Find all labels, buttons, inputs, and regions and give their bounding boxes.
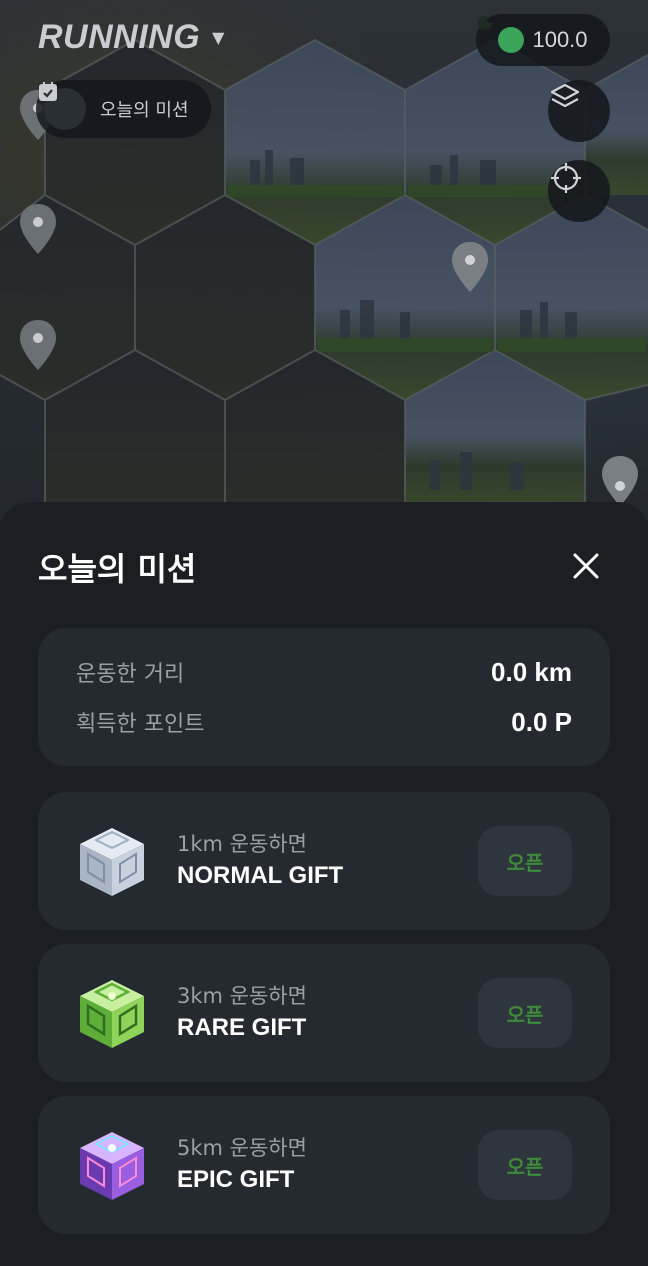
close-icon bbox=[573, 553, 599, 579]
stats-card: 운동한 거리 0.0 km 획득한 포인트 0.0 P bbox=[38, 628, 610, 766]
open-button[interactable]: 오픈 bbox=[478, 826, 572, 896]
layers-icon bbox=[550, 83, 580, 108]
stat-row-points: 획득한 포인트 0.0 P bbox=[76, 706, 572, 738]
checklist-icon bbox=[39, 82, 86, 130]
stat-row-distance: 운동한 거리 0.0 km bbox=[76, 656, 572, 688]
close-button[interactable] bbox=[562, 542, 610, 590]
gift-name: EPIC GIFT bbox=[177, 1166, 295, 1193]
stat-value: 0.0 km bbox=[491, 656, 572, 687]
gift-condition: 5km 운동하면 bbox=[177, 1136, 307, 1160]
points-balance[interactable]: 100.0 bbox=[476, 14, 610, 66]
locate-icon bbox=[551, 163, 581, 193]
gift-box-icon bbox=[80, 980, 144, 1048]
map-pin-icon[interactable] bbox=[16, 318, 60, 374]
stat-value: 0.0 P bbox=[511, 706, 572, 737]
gift-card-rare: 3km 운동하면 RARE GIFT 오픈 bbox=[38, 944, 610, 1082]
stat-label: 획득한 포인트 bbox=[76, 712, 205, 737]
gift-condition: 1km 운동하면 bbox=[177, 832, 307, 856]
gift-condition: 3km 운동하면 bbox=[177, 984, 307, 1008]
daily-mission-button[interactable]: 오늘의 미션 bbox=[36, 80, 211, 138]
locate-button[interactable] bbox=[548, 160, 610, 222]
map-view[interactable]: RUNNING ▼ 100.0 오늘의 미션 bbox=[0, 0, 648, 520]
coin-icon bbox=[478, 16, 525, 53]
points-value: 100.0 bbox=[532, 27, 588, 52]
gift-card-epic: 5km 운동하면 EPIC GIFT 오픈 bbox=[38, 1096, 610, 1234]
map-pin-icon[interactable] bbox=[448, 240, 492, 296]
open-button[interactable]: 오픈 bbox=[478, 1130, 572, 1200]
gift-box-icon bbox=[80, 828, 144, 896]
activity-selector[interactable]: RUNNING ▼ bbox=[38, 18, 224, 57]
gift-name: NORMAL GIFT bbox=[177, 862, 344, 889]
stat-label: 운동한 거리 bbox=[76, 662, 185, 687]
gift-box-icon bbox=[80, 1132, 144, 1200]
gift-card-normal: 1km 운동하면 NORMAL GIFT 오픈 bbox=[38, 792, 610, 930]
chevron-down-icon: ▼ bbox=[212, 28, 225, 47]
daily-mission-sheet: 오늘의 미션 운동한 거리 0.0 km 획득한 포인트 0.0 P 1km 운… bbox=[0, 502, 648, 1266]
sheet-title: 오늘의 미션 bbox=[38, 550, 197, 588]
gift-name: RARE GIFT bbox=[177, 1014, 307, 1041]
layers-button[interactable] bbox=[548, 80, 610, 142]
map-pin-icon[interactable] bbox=[16, 202, 60, 258]
daily-mission-label: 오늘의 미션 bbox=[100, 100, 189, 121]
activity-title: RUNNING bbox=[38, 18, 201, 56]
hex-grid bbox=[0, 38, 648, 505]
open-button[interactable]: 오픈 bbox=[478, 978, 572, 1048]
